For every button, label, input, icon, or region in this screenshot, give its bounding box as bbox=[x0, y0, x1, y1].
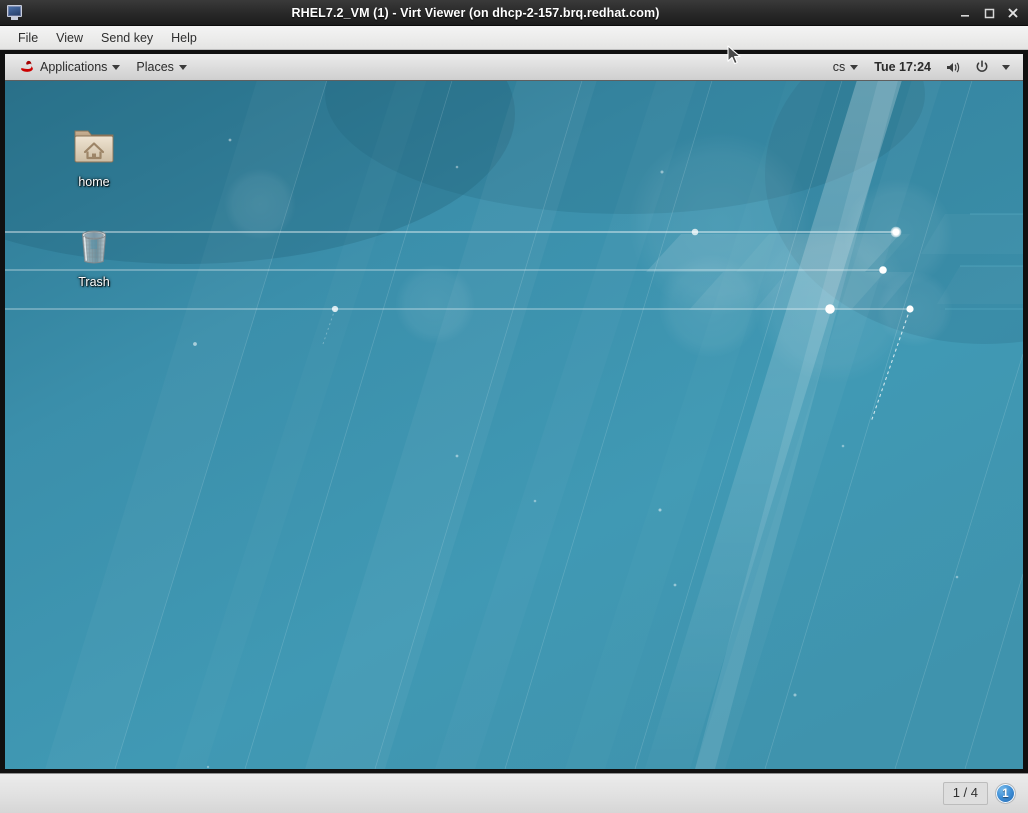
chevron-down-icon bbox=[112, 65, 121, 70]
window-title: RHEL7.2_VM (1) - Virt Viewer (on dhcp-2-… bbox=[291, 5, 660, 20]
monitor-icon bbox=[4, 2, 26, 24]
chevron-down-icon bbox=[850, 65, 859, 70]
trash-can-icon bbox=[70, 222, 118, 270]
minimize-icon[interactable] bbox=[953, 3, 977, 23]
virt-viewer-menubar: File View Send key Help bbox=[0, 26, 1028, 50]
speaker-icon[interactable] bbox=[939, 57, 968, 78]
chevron-down-icon bbox=[178, 65, 187, 70]
menu-item-help[interactable]: Help bbox=[162, 29, 206, 47]
gnome-top-panel: Applications Places cs Tue 17:24 bbox=[5, 54, 1023, 81]
vm-display-frame: Applications Places cs Tue 17:24 home Tr… bbox=[0, 50, 1028, 773]
gnome-panel-right: cs Tue 17:24 bbox=[825, 56, 1023, 78]
clock[interactable]: Tue 17:24 bbox=[866, 57, 939, 77]
close-icon[interactable] bbox=[1001, 3, 1025, 23]
chevron-down-icon bbox=[1002, 65, 1010, 70]
window-titlebar[interactable]: RHEL7.2_VM (1) - Virt Viewer (on dhcp-2-… bbox=[0, 0, 1028, 26]
menu-item-file[interactable]: File bbox=[9, 29, 47, 47]
desktop-icon-trash[interactable]: Trash bbox=[51, 222, 137, 289]
keyboard-layout-indicator[interactable]: cs bbox=[825, 57, 867, 77]
gnome-panel-left: Applications Places bbox=[5, 56, 195, 78]
desktop-icon-label: home bbox=[78, 175, 110, 189]
power-icon[interactable] bbox=[968, 56, 996, 78]
redhat-logo-icon bbox=[19, 59, 35, 75]
page-indicator: 1 / 4 bbox=[942, 782, 988, 805]
maximize-icon[interactable] bbox=[977, 3, 1001, 23]
display-badge[interactable]: 1 bbox=[995, 783, 1016, 804]
virt-viewer-statusbar: 1 / 4 1 bbox=[0, 773, 1028, 813]
menu-item-send-key[interactable]: Send key bbox=[92, 29, 162, 47]
desktop-wallpaper bbox=[5, 54, 1023, 769]
virt-viewer-window: RHEL7.2_VM (1) - Virt Viewer (on dhcp-2-… bbox=[0, 0, 1028, 813]
applications-menu[interactable]: Applications bbox=[11, 56, 128, 78]
system-menu-toggle[interactable] bbox=[996, 61, 1016, 73]
places-menu[interactable]: Places bbox=[128, 57, 195, 77]
desktop-icon-label: Trash bbox=[78, 275, 110, 289]
applications-label: Applications bbox=[40, 60, 108, 74]
folder-home-icon bbox=[70, 122, 118, 170]
window-controls bbox=[953, 3, 1025, 23]
places-label: Places bbox=[136, 60, 174, 74]
keyboard-layout-label: cs bbox=[832, 60, 846, 74]
menu-item-view[interactable]: View bbox=[47, 29, 92, 47]
vm-desktop[interactable]: Applications Places cs Tue 17:24 home Tr… bbox=[5, 54, 1023, 769]
desktop-icon-home[interactable]: home bbox=[51, 122, 137, 189]
